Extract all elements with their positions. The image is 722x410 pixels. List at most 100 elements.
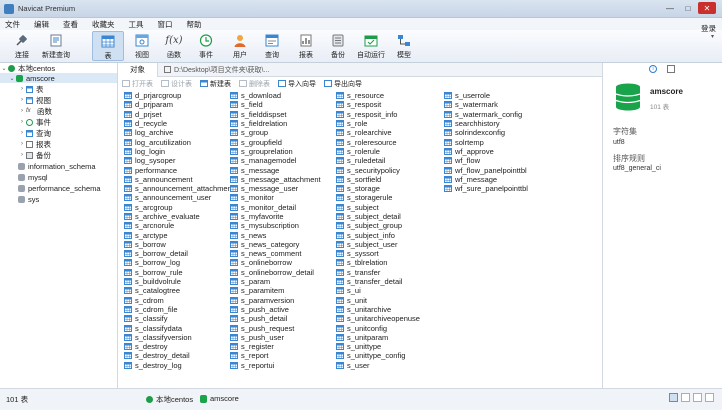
tree-database-mysql[interactable]: mysql [18,172,48,182]
table-item[interactable]: s_paramitem [230,286,321,295]
tree-database-information-schema[interactable]: information_schema [18,161,96,171]
menu-view[interactable]: 查看 [56,19,85,30]
table-item[interactable]: s_onlineborrow_detail [230,268,321,277]
table-item[interactable]: s_securitypolicy [336,165,420,175]
table-item[interactable]: s_rolerule [336,147,420,156]
table-item[interactable]: s_transfer [336,268,420,277]
table-item[interactable]: s_classifydata [124,323,234,333]
view-button[interactable]: 视图 [126,31,158,61]
table-item[interactable]: s_tblrelation [336,258,420,267]
table-item[interactable]: s_news_comment [230,249,321,258]
new-query-button[interactable]: 新建查询 [40,31,72,61]
table-item[interactable]: s_param [230,277,321,286]
table-item[interactable]: s_subject [336,203,420,212]
connect-button[interactable]: 连接 [6,31,38,61]
table-item[interactable]: wf_sure_panelpointtbl [444,184,528,193]
table-item[interactable]: s_watermark_config [444,110,528,119]
ddl-icon[interactable] [667,65,675,73]
tab-objects[interactable]: 对象 [118,62,158,77]
table-item[interactable]: d_recycle [124,119,234,128]
table-button[interactable]: 表 [92,31,124,61]
table-item[interactable]: s_resposit_info [336,110,420,119]
table-item[interactable]: s_news_category [230,240,321,249]
tree-connection[interactable]: ⌄ 本地centos [0,63,55,73]
table-item[interactable]: d_prjarcgroup [124,91,234,100]
export-wizard-button[interactable]: 导出向导 [320,79,366,89]
table-item[interactable]: log_sysoper [124,156,234,165]
table-item[interactable]: s_arctype [124,230,234,240]
table-item[interactable]: s_register [230,342,321,351]
table-item[interactable]: s_push_request [230,323,321,333]
table-item[interactable]: s_subject_detail [336,212,420,221]
tree-item-functions[interactable]: › fx 函数 [18,106,52,116]
table-item[interactable]: s_ui [336,286,420,295]
table-item[interactable]: s_borrow [124,240,234,249]
table-item[interactable]: s_watermark [444,100,528,109]
list-view-toggle[interactable] [669,393,678,402]
table-item[interactable]: s_subject_user [336,240,420,249]
table-item[interactable]: s_field [230,100,321,109]
table-item[interactable]: s_arcgroup [124,203,234,212]
table-item[interactable]: s_archive_evaluate [124,212,234,221]
tree-item-events[interactable]: › 事件 [18,117,51,127]
menu-edit[interactable]: 编辑 [27,19,56,30]
maximize-button[interactable]: □ [680,2,696,14]
table-item[interactable]: s_unittype [336,342,420,351]
table-item[interactable]: s_unittype_config [336,351,420,360]
table-item[interactable]: s_groupfield [230,137,321,147]
table-item[interactable]: d_prjparam [124,100,234,109]
schedule-button[interactable]: 自动运行 [355,31,387,61]
table-item[interactable]: s_fieldrelation [230,119,321,128]
table-item[interactable]: s_subject_info [336,230,420,240]
menu-window[interactable]: 窗口 [151,19,180,30]
tree-database-sys[interactable]: sys [18,194,39,204]
table-item[interactable]: s_managemodel [230,156,321,165]
menu-favorites[interactable]: 收藏夹 [85,19,122,30]
tree-item-tables[interactable]: › 表 [18,84,44,94]
tree-item-reports[interactable]: › 报表 [18,139,51,149]
event-button[interactable]: 事件 [190,31,222,61]
table-item[interactable]: s_rolearchive [336,128,420,137]
table-item[interactable]: s_classify [124,314,234,323]
table-item[interactable]: solrtemp [444,137,528,147]
table-item[interactable]: s_myfavorite [230,212,321,221]
table-item[interactable]: s_monitor [230,193,321,202]
table-item[interactable]: s_announcement [124,175,234,184]
table-item[interactable]: s_unit [336,296,420,305]
table-item[interactable]: s_group [230,128,321,137]
tree-database-performance-schema[interactable]: performance_schema [18,183,101,193]
table-item[interactable]: s_classifyversion [124,333,234,342]
table-item[interactable]: s_buildvolrule [124,277,234,286]
table-item[interactable]: s_destroy [124,342,234,351]
detail-view-toggle[interactable] [681,393,690,402]
design-table-button[interactable]: 设计表 [157,79,196,89]
backup-button[interactable]: 备份 [322,31,354,61]
table-item[interactable]: s_onlineborrow [230,258,321,267]
table-item[interactable]: s_sortfield [336,175,420,184]
expand-icon[interactable]: › [18,119,26,125]
new-table-button[interactable]: 新建表 [196,79,235,89]
tab-query-file[interactable]: D:\Desktop\项目文件夹\获取\... [158,65,269,75]
expand-icon[interactable]: › [18,108,26,114]
table-item[interactable]: s_paramversion [230,296,321,305]
table-item[interactable]: s_grouprelation [230,147,321,156]
menu-file[interactable]: 文件 [0,19,27,30]
report-button[interactable]: 报表 [290,31,322,61]
table-item[interactable]: s_unitparam [336,333,420,342]
table-item[interactable]: s_borrow_detail [124,249,234,258]
table-item[interactable]: s_message_user [230,184,321,193]
table-item[interactable]: s_unitarchiveopenuse [336,314,420,323]
table-item[interactable]: s_userrole [444,91,528,100]
table-item[interactable]: s_download [230,91,321,100]
table-item[interactable]: s_syssort [336,249,420,258]
table-item[interactable]: s_destroy_detail [124,351,234,360]
table-item[interactable]: wf_approve [444,147,528,156]
delete-table-button[interactable]: 删除表 [235,79,274,89]
table-item[interactable]: s_resposit [336,100,420,109]
info-icon[interactable]: i [649,65,657,73]
table-item[interactable]: s_announcement_attachment [124,184,234,193]
table-item[interactable]: s_resource [336,91,420,100]
expand-icon[interactable]: › [18,141,26,147]
collapse-icon[interactable]: ⌄ [0,65,8,72]
table-item[interactable]: s_borrow_log [124,258,234,267]
